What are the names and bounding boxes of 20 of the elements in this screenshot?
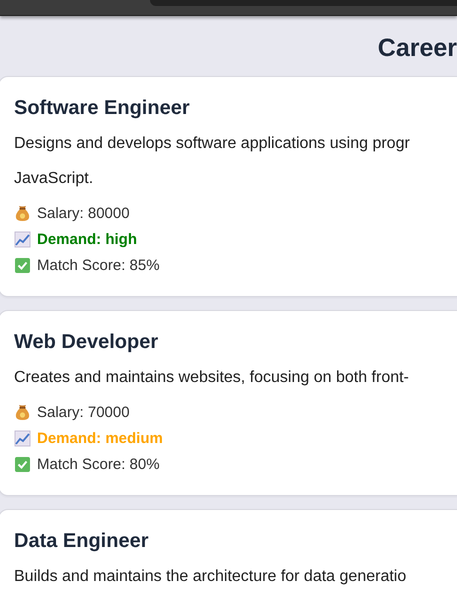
page-title: Career: [378, 32, 457, 62]
career-title: Web Developer: [14, 331, 160, 354]
chart-increasing-icon: [14, 430, 31, 446]
demand-text: Demand: high: [37, 230, 137, 248]
check-mark-icon: [14, 456, 31, 472]
career-description: Builds and maintains the architecture for data generatio: [14, 567, 408, 587]
chart-increasing-icon: [14, 230, 31, 248]
career-title: Data Engineer: [14, 530, 150, 553]
career-title: Software Engineer: [14, 97, 191, 120]
match-text: Match Score: 80%: [37, 456, 160, 472]
salary-text: Salary: 70000: [37, 404, 130, 420]
career-description: Designs and develops software applications using progr: [14, 134, 411, 154]
career-description: JavaScript.: [14, 169, 94, 189]
demand-text: Demand: medium: [37, 430, 163, 446]
career-description: Creates and maintains websites, focusing on both front-: [14, 368, 410, 388]
money-bag-icon: [14, 204, 31, 222]
salary-text: Salary: 80000: [37, 204, 130, 222]
match-text: Match Score: 85%: [37, 256, 160, 274]
money-bag-icon: [14, 404, 31, 420]
check-mark-icon: [14, 256, 31, 274]
